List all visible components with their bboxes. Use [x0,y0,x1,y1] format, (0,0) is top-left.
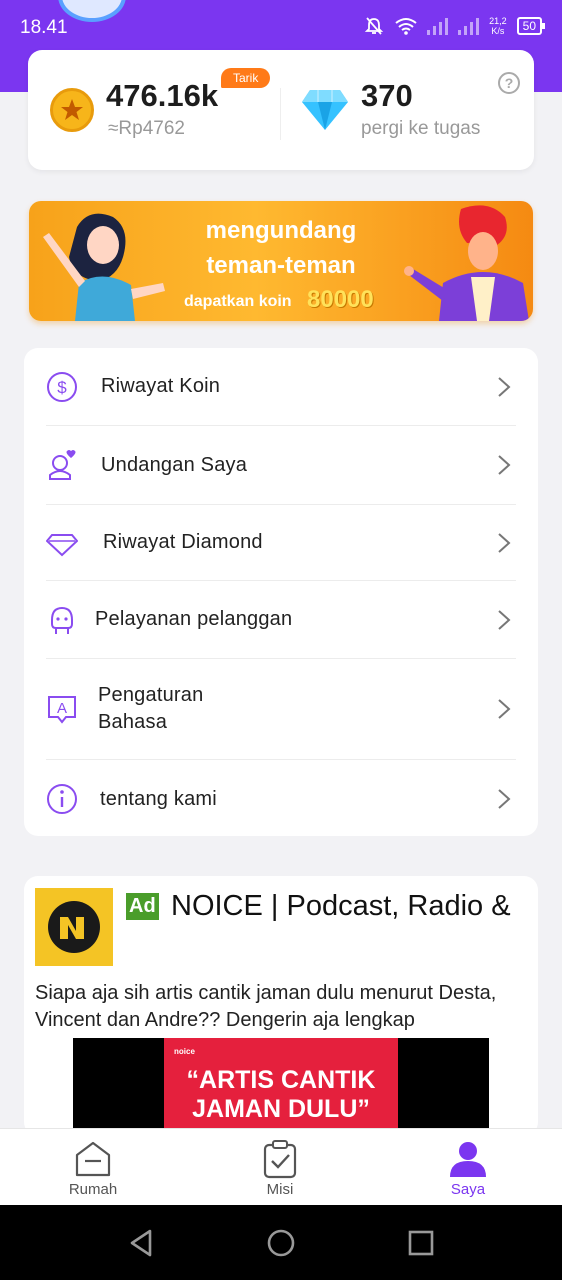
coin-icon [50,88,94,132]
net-speed: 21,2 K/s [489,16,507,36]
balance-card: 476.16k ≈Rp4762 Tarik 370 pergi ke tugas… [28,50,534,170]
svg-text:$: $ [57,378,67,397]
status-bar: 18.41 21,2 K/s 50 [0,0,562,52]
signal-2-icon [458,17,480,35]
clipboard-check-icon [260,1139,300,1179]
bottom-tab-bar: Rumah Misi Saya [0,1128,562,1205]
tab-label: Misi [266,1181,294,1198]
net-speed-value: 21,2 [489,16,507,26]
withdraw-badge[interactable]: Tarik [221,68,271,88]
ad-title[interactable]: NOICE | Podcast, Radio & [171,890,511,923]
help-icon[interactable]: ? [498,72,520,94]
menu-label: Riwayat Koin [101,375,221,397]
tab-label: Saya [450,1181,486,1198]
menu-item-customer-service[interactable]: Pelayanan pelanggan [46,581,516,659]
ad-description: Siapa aja sih artis cantik jaman dulu me… [35,982,497,1031]
menu-label: Pengaturan Bahasa [98,684,204,733]
menu-item-about-us[interactable]: tentang kami [46,760,516,838]
chevron-right-icon [498,609,511,630]
chevron-right-icon [498,789,511,809]
coin-balance[interactable]: 476.16k [106,78,218,114]
diamond-outline-icon [46,527,78,559]
card-divider [280,88,281,140]
status-time: 18.41 [20,17,68,38]
headset-icon [46,604,78,636]
ad-card[interactable]: Ad NOICE | Podcast, Radio & Siapa aja si… [24,876,538,1136]
net-speed-unit: K/s [491,26,505,36]
back-icon[interactable] [126,1228,156,1258]
home-circle-icon[interactable] [266,1228,296,1258]
menu-label: Undangan Saya [101,453,248,476]
signal-icon [427,17,449,35]
tab-label: Rumah [68,1181,118,1198]
language-icon: A [46,693,78,725]
chevron-right-icon [498,455,511,475]
wifi-icon [395,16,417,36]
ad-media-brand: noice [174,1047,195,1056]
home-icon [73,1139,113,1179]
menu-item-my-invitations[interactable]: Undangan Saya [46,426,516,505]
tab-mission[interactable]: Misi [225,1139,335,1198]
user-heart-icon [46,449,78,481]
ad-badge: Ad [126,893,159,920]
user-icon [448,1139,488,1179]
menu-label: Pelayanan pelanggan [95,608,293,630]
battery-indicator: 50 [516,17,546,35]
chevron-right-icon [498,699,511,719]
system-nav-bar [0,1205,562,1280]
banner-amount: 80000 [307,286,374,313]
chevron-right-icon [498,532,511,553]
menu-label: Riwayat Diamond [103,531,263,553]
bell-off-icon [363,16,385,36]
recents-icon[interactable] [406,1228,436,1258]
status-icons: 21,2 K/s 50 [363,16,546,36]
ad-media-panel: noice “ARTIS CANTIK JAMAN DULU” [164,1038,398,1136]
ad-media-headline: “ARTIS CANTIK JAMAN DULU” [186,1066,376,1123]
menu-item-coin-history[interactable]: $ Riwayat Koin [46,348,516,426]
go-to-tasks-link[interactable]: pergi ke tugas [361,118,480,140]
diamond-icon [300,88,350,137]
tab-me[interactable]: Saya [413,1139,523,1198]
menu-item-diamond-history[interactable]: Riwayat Diamond [46,505,516,581]
menu-label: tentang kami [100,787,217,810]
dollar-circle-icon: $ [46,371,78,403]
chevron-right-icon [498,376,511,397]
ad-app-logo [35,888,113,966]
tab-home[interactable]: Rumah [38,1139,148,1198]
banner-subtext: dapatkan koin [184,293,292,310]
svg-text:A: A [57,700,67,717]
ad-media[interactable]: noice “ARTIS CANTIK JAMAN DULU” [73,1038,489,1136]
diamond-balance[interactable]: 370 [361,78,413,114]
invite-friends-banner[interactable]: mengundang teman-teman dapatkan koin 800… [29,201,533,321]
coin-value-rp: ≈Rp4762 [108,118,185,139]
menu-item-language-settings[interactable]: A Pengaturan Bahasa [46,659,516,760]
man-illustration [401,203,531,321]
menu-card: $ Riwayat Koin Undangan Saya Riwayat Dia… [24,348,538,836]
info-icon [46,783,78,815]
